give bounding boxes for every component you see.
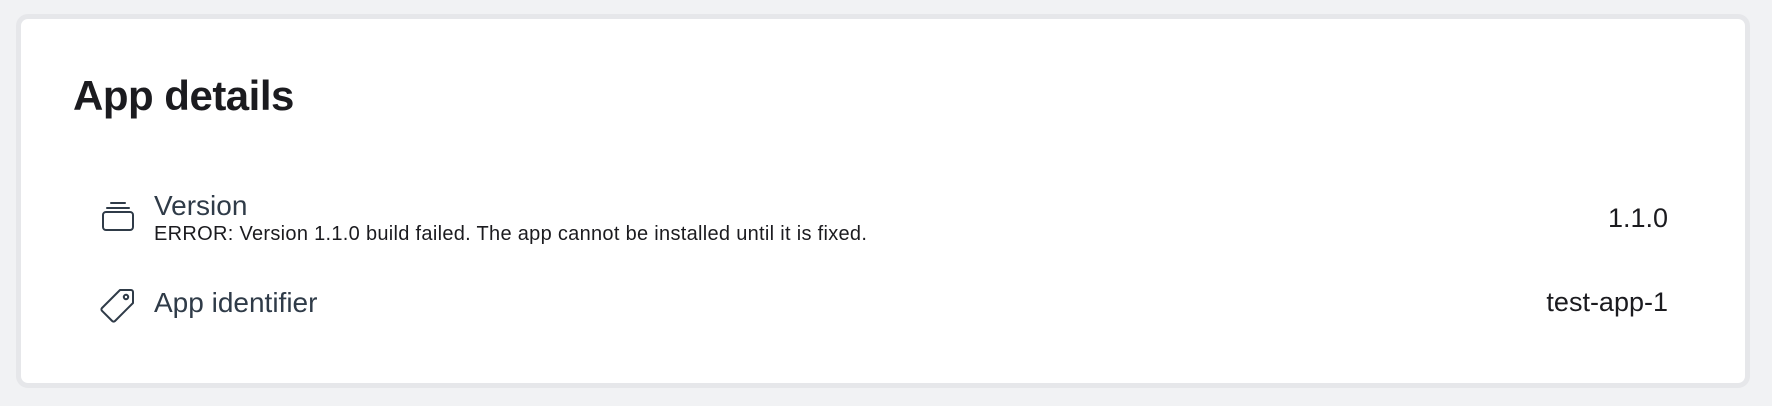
stack-icon [98, 197, 138, 237]
app-identifier-label: App identifier [154, 287, 318, 318]
version-error-message: ERROR: Version 1.1.0 build failed. The a… [154, 223, 868, 245]
tag-icon [98, 285, 138, 325]
app-identifier-value: test-app-1 [1546, 287, 1668, 317]
version-value: 1.1.0 [1607, 203, 1668, 233]
app-identifier-row: App identifier test-app-1 [98, 275, 1668, 329]
version-label: Version [154, 190, 248, 221]
card-title: App details [73, 72, 294, 119]
app-details-card: App details Version ERROR: Version 1.1.0… [16, 14, 1750, 388]
version-row: Version ERROR: Version 1.1.0 build faile… [98, 167, 1668, 247]
